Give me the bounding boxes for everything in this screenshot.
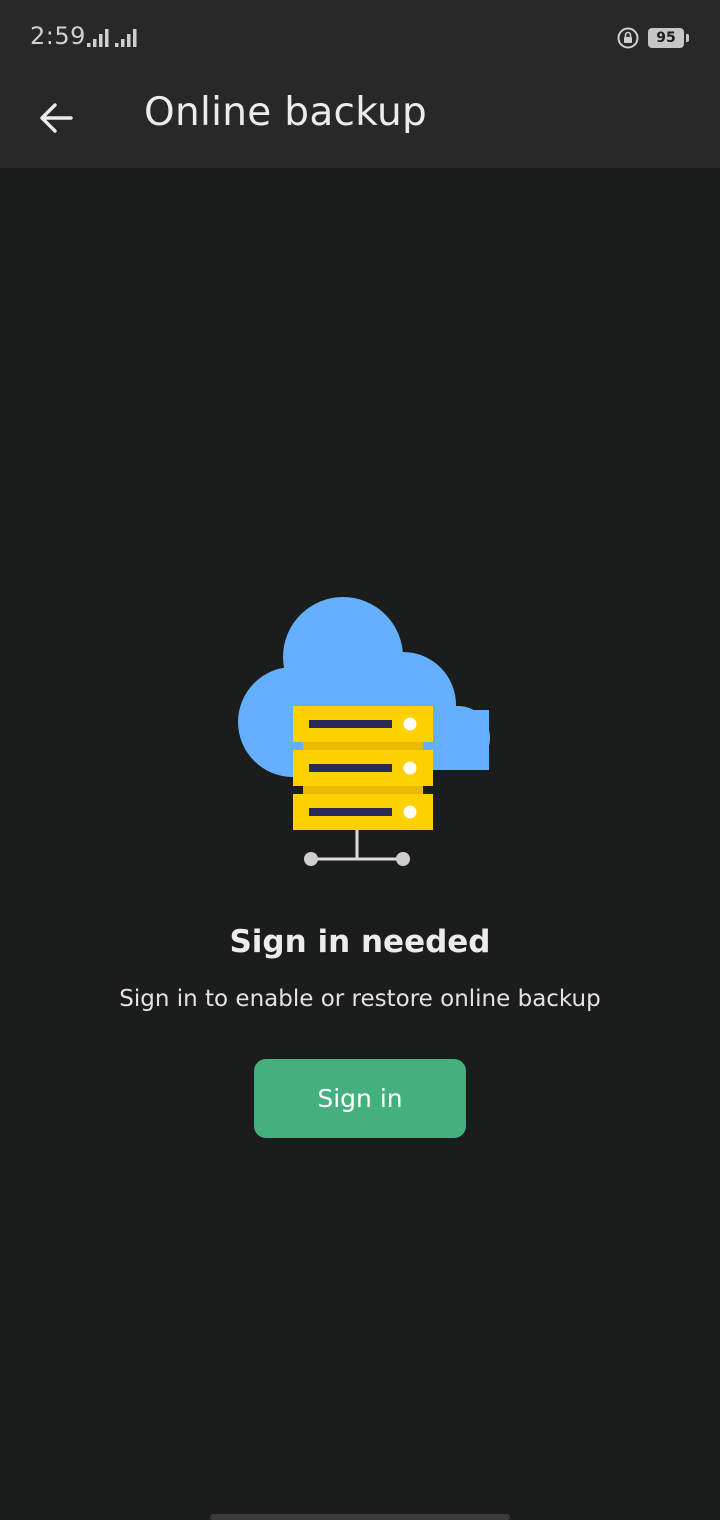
status-time: 2:59: [30, 22, 86, 50]
sign-in-button[interactable]: Sign in: [254, 1059, 466, 1138]
empty-state-title: Sign in needed: [229, 924, 491, 960]
battery-icon: 95: [648, 28, 684, 48]
battery-tip: [686, 34, 689, 42]
page-title: Online backup: [144, 90, 428, 135]
back-button[interactable]: [24, 86, 88, 150]
status-bar: 2:59 95: [0, 0, 720, 76]
empty-state-subtitle: Sign in to enable or restore online back…: [119, 986, 601, 1012]
arrow-left-icon: [40, 103, 73, 133]
app-bar: Online backup: [0, 76, 720, 168]
screen: 2:59 95 Online backup Sign in needed Sig…: [0, 0, 720, 1520]
home-indicator: [210, 1514, 510, 1520]
rotation-lock-icon: [617, 27, 639, 49]
signal-icon: [115, 29, 137, 47]
cloud-server-icon: [238, 597, 490, 866]
signal-icon: [87, 29, 109, 47]
